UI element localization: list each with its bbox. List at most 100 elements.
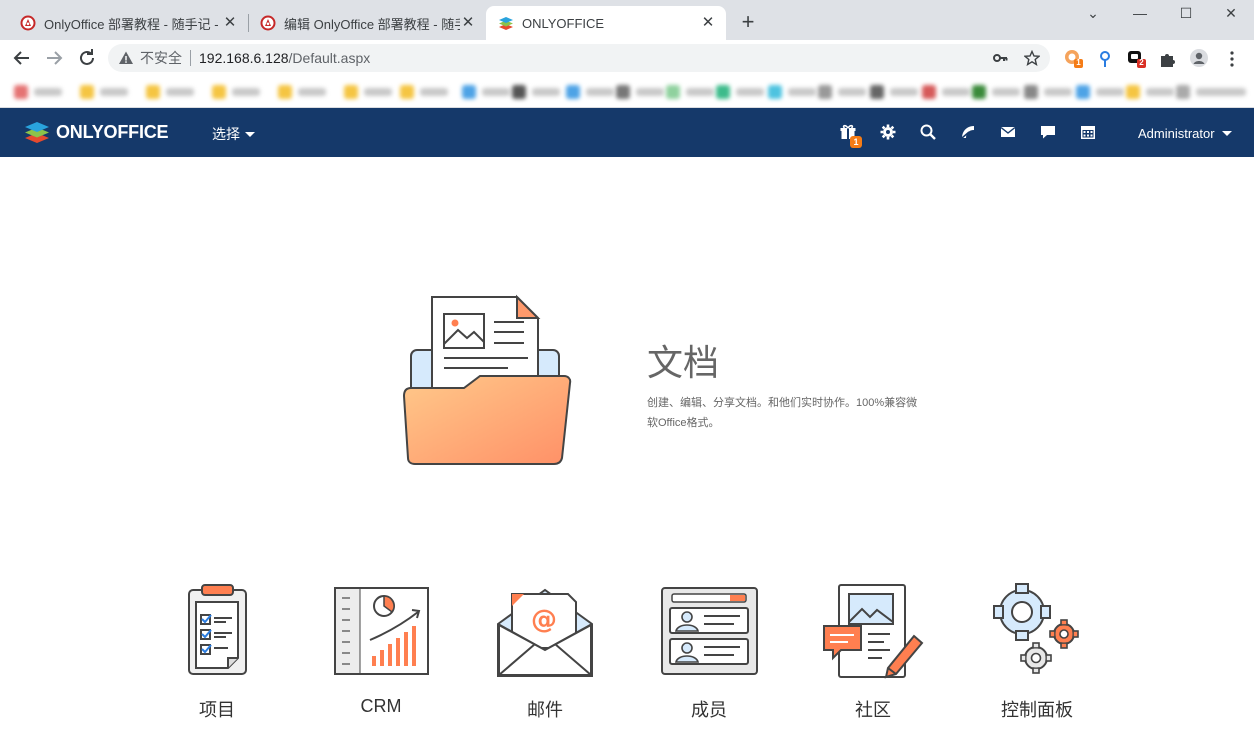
security-label[interactable]: 不安全 (140, 48, 182, 68)
bookmark-item[interactable] (400, 84, 448, 100)
warning-icon[interactable] (118, 50, 134, 66)
bookmark-item[interactable] (566, 84, 614, 100)
reload-icon[interactable] (75, 46, 99, 70)
hero-description: 创建、编辑、分享文档。和他们实时协作。100%兼容微软Office格式。 (647, 397, 918, 429)
extension-badge: 2 (1139, 58, 1144, 67)
browser-tab-2[interactable]: 编辑 OnlyOffice 部署教程 - 随手 ✕ (248, 6, 486, 40)
selector-label: 选择 (212, 126, 240, 142)
people-icon (661, 587, 758, 675)
tab-title: 编辑 OnlyOffice 部署教程 - 随手 (284, 16, 460, 32)
key-icon[interactable] (992, 50, 1008, 66)
bookmark-item[interactable] (768, 84, 816, 100)
location-pin-icon[interactable] (1095, 49, 1115, 69)
onlyoffice-logo[interactable]: ONLYOFFICE (24, 120, 169, 144)
bookmark-item[interactable] (870, 84, 918, 100)
module-label[interactable]: 邮件 (490, 696, 600, 722)
calendar-icon[interactable] (1080, 124, 1096, 140)
module-label[interactable]: 项目 (162, 696, 272, 722)
browser-toolbar: 不安全 192.168.6.128/Default.aspx 1 2 (0, 40, 1254, 76)
bookmarks-bar (0, 76, 1254, 108)
bookmark-item[interactable] (922, 84, 970, 100)
bookmark-item[interactable] (1126, 84, 1174, 100)
browser-tab-1[interactable]: OnlyOffice 部署教程 - 随手记 - ✕ (8, 6, 248, 40)
app-header: ONLYOFFICE 选择 Administrator (0, 108, 1254, 157)
forward-icon[interactable] (42, 46, 66, 70)
community-icon (823, 584, 924, 679)
address-bar[interactable]: 不安全 192.168.6.128/Default.aspx (108, 44, 1050, 72)
module-people[interactable]: 成员 (654, 582, 764, 720)
extension-badge: 1 (1076, 58, 1081, 67)
site-logo-icon (260, 15, 276, 31)
projects-icon (188, 584, 247, 675)
bookmark-item[interactable] (818, 84, 866, 100)
module-label[interactable]: 社区 (818, 696, 928, 722)
user-menu[interactable]: Administrator (1138, 126, 1232, 141)
hero-title[interactable]: 文档 (647, 334, 719, 386)
extensions-puzzle-icon[interactable] (1158, 49, 1178, 69)
mail-icon[interactable] (1000, 124, 1016, 140)
bookmark-item[interactable] (1176, 84, 1246, 100)
tab-title: OnlyOffice 部署教程 - 随手记 - (44, 16, 219, 32)
site-logo-icon (20, 15, 36, 31)
onlyoffice-logo-icon (25, 122, 49, 143)
settings-gear-icon[interactable] (880, 124, 896, 140)
browser-tab-strip: OnlyOffice 部署教程 - 随手记 - ✕ 编辑 OnlyOffice … (0, 0, 1254, 40)
module-selector[interactable]: 选择 (212, 124, 255, 144)
maximize-button[interactable]: ☐ (1163, 2, 1209, 24)
bookmark-item[interactable] (512, 84, 560, 100)
crm-icon (334, 587, 429, 675)
logo-text: ONLYOFFICE (56, 121, 169, 142)
bookmark-item[interactable] (616, 84, 664, 100)
bookmark-item[interactable] (666, 84, 714, 100)
module-crm[interactable]: CRM (326, 582, 436, 716)
onlyoffice-logo-icon (499, 17, 513, 30)
close-icon[interactable]: ✕ (460, 15, 476, 31)
mail-icon: @ (497, 588, 593, 677)
bookmark-item[interactable] (972, 84, 1020, 100)
omnibox-divider (190, 50, 191, 66)
search-icon[interactable] (920, 124, 936, 140)
browser-menu-icon[interactable] (1222, 49, 1242, 69)
bookmark-item[interactable] (80, 84, 128, 100)
bookmark-item[interactable] (146, 84, 194, 100)
module-label[interactable]: 控制面板 (982, 696, 1092, 722)
bookmark-item[interactable] (1076, 84, 1124, 100)
module-community[interactable]: 社区 (818, 582, 928, 720)
close-icon[interactable]: ✕ (700, 15, 716, 31)
module-label[interactable]: CRM (326, 696, 436, 717)
extension-3-icon[interactable]: 2 (1127, 49, 1147, 69)
url-host: 192.168.6.128 (199, 50, 289, 66)
back-icon[interactable] (10, 46, 34, 70)
new-tab-button[interactable]: + (736, 11, 760, 35)
browser-tab-3[interactable]: ONLYOFFICE ✕ (486, 6, 726, 40)
feed-icon[interactable] (960, 124, 976, 140)
profile-avatar-icon[interactable] (1189, 48, 1209, 68)
module-control-panel[interactable]: 控制面板 (982, 582, 1092, 720)
control-panel-icon (993, 583, 1079, 674)
bookmark-item[interactable] (14, 84, 62, 100)
chat-icon[interactable] (1040, 124, 1056, 140)
chevron-down-icon (1221, 131, 1232, 136)
extension-1-icon[interactable]: 1 (1064, 49, 1084, 69)
module-label[interactable]: 成员 (654, 696, 764, 722)
module-projects[interactable]: 项目 (162, 582, 272, 720)
bookmark-item[interactable] (462, 84, 510, 100)
svg-text:@: @ (531, 605, 557, 635)
url-path: /Default.aspx (288, 50, 371, 66)
bookmark-item[interactable] (1024, 84, 1072, 100)
minimize-button[interactable]: — (1117, 2, 1163, 24)
window-close-button[interactable]: ✕ (1208, 2, 1254, 24)
tab-search-icon[interactable]: ⌄ (1070, 2, 1116, 24)
bookmark-item[interactable] (212, 84, 260, 100)
bookmark-item[interactable] (344, 84, 392, 100)
module-mail[interactable]: @ 邮件 (490, 582, 600, 720)
bookmark-item[interactable] (716, 84, 764, 100)
user-name: Administrator (1138, 126, 1215, 141)
chevron-down-icon (245, 131, 255, 137)
documents-folder-illustration[interactable] (400, 292, 575, 470)
tab-title: ONLYOFFICE (522, 15, 605, 31)
notification-badge: 1 (850, 136, 862, 148)
bookmark-item[interactable] (278, 84, 326, 100)
bookmark-star-icon[interactable] (1024, 50, 1040, 66)
close-icon[interactable]: ✕ (222, 15, 238, 31)
